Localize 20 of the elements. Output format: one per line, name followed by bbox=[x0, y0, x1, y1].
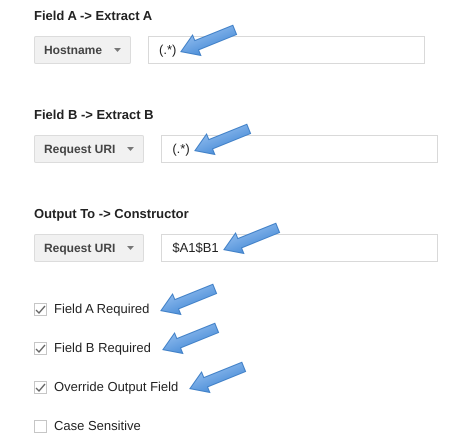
checkbox[interactable] bbox=[34, 302, 47, 316]
caret-icon bbox=[114, 48, 122, 52]
checkbox[interactable] bbox=[34, 380, 47, 394]
input-field[interactable]: $A1$B1 bbox=[161, 234, 438, 262]
section-heading: Field B -> Extract B bbox=[34, 107, 155, 123]
checkbox-label: Override Output Field bbox=[54, 378, 178, 396]
caret-icon bbox=[127, 147, 134, 151]
checkbox-label: Field B Required bbox=[54, 339, 151, 358]
dropdown[interactable]: Hostname bbox=[34, 36, 132, 64]
dropdown[interactable]: Request URI bbox=[34, 234, 144, 262]
checkbox[interactable] bbox=[34, 342, 47, 354]
input-field[interactable]: (.*) bbox=[148, 36, 426, 64]
checkbox-label: Field A Required bbox=[54, 300, 150, 318]
section-heading: Output To -> Constructor bbox=[34, 206, 190, 222]
checkbox[interactable] bbox=[34, 420, 47, 432]
dropdown[interactable]: Request URI bbox=[34, 135, 144, 163]
input-field[interactable]: (.*) bbox=[161, 135, 438, 163]
section-heading: Field A -> Extract A bbox=[34, 8, 154, 24]
caret-icon bbox=[127, 246, 134, 250]
checkbox-label: Case Sensitive bbox=[54, 417, 141, 436]
